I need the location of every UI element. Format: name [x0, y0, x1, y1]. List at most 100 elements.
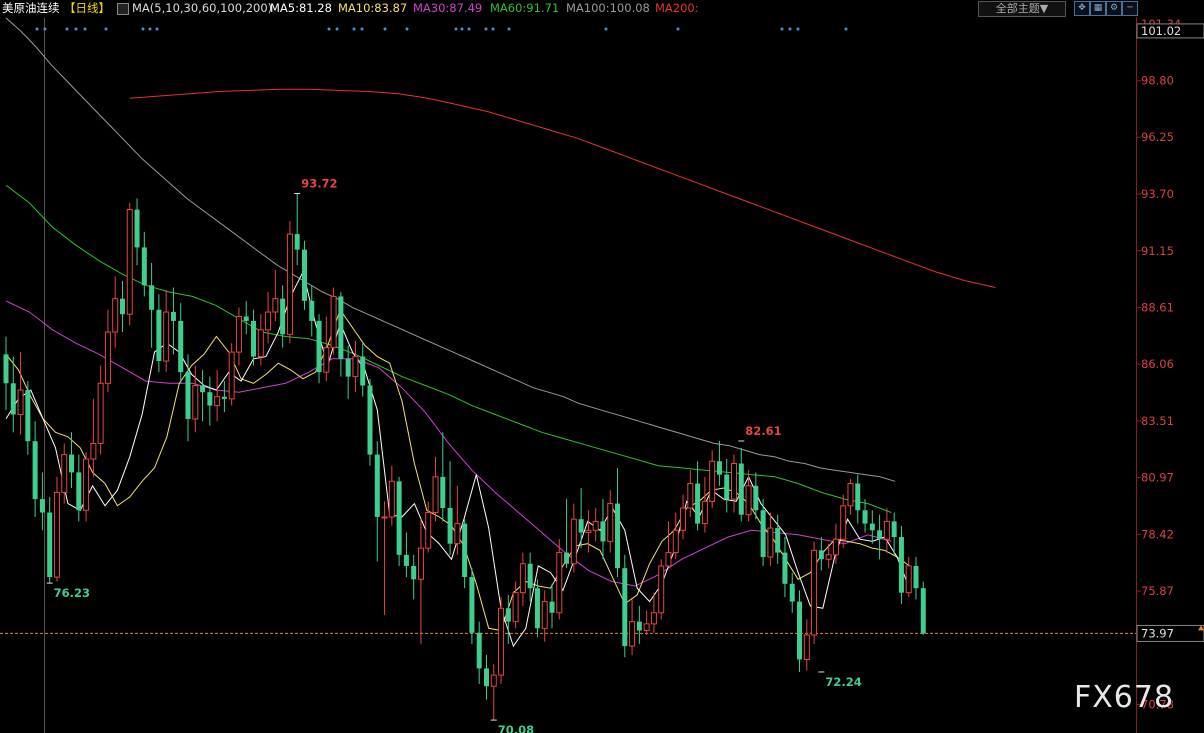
price-chart[interactable]: 101.3498.8096.2593.7091.1588.6186.0683.5…: [0, 0, 1204, 733]
candle-body: [738, 463, 744, 515]
candle-body: [134, 209, 140, 248]
candle-body: [454, 523, 461, 545]
axis-tick-label: 93.70: [1141, 187, 1174, 201]
candle-body: [782, 552, 788, 584]
candle-body: [25, 389, 31, 442]
candle-body: [672, 529, 679, 554]
candle-body: [629, 621, 636, 647]
candle-body: [592, 520, 599, 531]
candle-body: [200, 385, 206, 393]
candle-body: [156, 309, 162, 362]
ma-line-ma5: [5, 270, 910, 648]
candle-body: [17, 389, 24, 415]
candle-body: [235, 315, 242, 353]
candle-body: [469, 577, 475, 633]
candle-body: [490, 674, 497, 687]
axis-tick-label: 75.87: [1141, 584, 1174, 598]
candle-body: [564, 552, 570, 564]
candle-body: [53, 491, 60, 578]
ma-params[interactable]: MA(5,10,30,60,100,200): [132, 0, 272, 17]
event-marker: [604, 27, 608, 31]
candle-body: [294, 234, 300, 250]
candle-body: [570, 518, 577, 565]
symbol-label[interactable]: 美原油连续: [2, 0, 60, 17]
candle-body: [862, 510, 868, 524]
candle-body: [440, 476, 446, 509]
expand-icon[interactable]: ✥: [1074, 1, 1090, 16]
candle-body: [825, 554, 832, 560]
event-marker: [148, 27, 152, 31]
indicator-settings-icon[interactable]: [117, 3, 129, 15]
candle-body: [797, 601, 803, 660]
event-marker: [467, 27, 471, 31]
candle-body: [600, 521, 606, 542]
candle-body: [789, 583, 795, 602]
theme-select-button[interactable]: 全部主题▼: [978, 1, 1066, 17]
candle-body: [920, 588, 926, 634]
candle-body: [716, 461, 722, 475]
candle-body: [534, 588, 540, 629]
candle-body: [286, 233, 293, 335]
candlesticks: [3, 193, 926, 721]
event-marker: [352, 27, 356, 31]
watermark-logo: FX678: [1074, 680, 1175, 715]
candle-body: [869, 523, 875, 531]
gear-icon[interactable]: ⚙: [1106, 1, 1122, 16]
ma-line-ma10: [5, 308, 910, 632]
candle-body: [483, 668, 489, 687]
candle-body: [192, 385, 199, 420]
candle-body: [775, 528, 781, 553]
candle-body: [309, 300, 315, 321]
ma200-value: MA200:: [655, 1, 699, 15]
annotation-label: 76.23: [54, 586, 90, 600]
candle-body: [731, 462, 737, 500]
candle-body: [840, 505, 847, 540]
candle-body: [541, 601, 548, 629]
candle-body: [695, 483, 701, 524]
candle-body: [228, 351, 235, 400]
candle-body: [898, 536, 904, 593]
event-marker: [141, 27, 145, 31]
candle-body: [396, 481, 402, 555]
candle-body: [891, 521, 897, 537]
period-label[interactable]: 【日线】: [64, 0, 110, 17]
candle-body: [352, 356, 359, 378]
candle-body: [643, 623, 650, 632]
candle-body: [360, 356, 366, 386]
candle-body: [803, 634, 810, 660]
grid-icon[interactable]: ▦: [1090, 1, 1106, 16]
candle-body: [345, 358, 351, 377]
event-marker: [383, 27, 387, 31]
axis-highlight-label: 101.02: [1141, 24, 1181, 38]
candle-body: [10, 383, 16, 415]
axis-tick-label: 98.80: [1141, 73, 1174, 87]
price-annotations: 93.72 82.61 76.23 70.08 72.24: [46, 177, 862, 733]
candle-body: [39, 499, 45, 513]
minimize-icon[interactable]: ─: [1122, 1, 1138, 16]
candle-body: [913, 565, 919, 589]
candle-body: [119, 298, 125, 315]
annotation-label: 93.72: [301, 177, 337, 191]
candle-body: [69, 454, 75, 473]
candle-body: [374, 454, 380, 517]
event-marker: [796, 27, 800, 31]
candle-body: [462, 523, 468, 578]
candle-body: [701, 500, 708, 525]
axis-tick-label: 83.51: [1141, 414, 1174, 428]
candle-body: [170, 312, 176, 321]
candle-body: [221, 396, 227, 399]
candle-body: [367, 385, 373, 455]
candle-body: [622, 568, 628, 647]
event-marker: [35, 27, 39, 31]
ma60-value: MA60:91.71: [490, 1, 560, 15]
indicator-header: 美原油连续 【日线】 MA(5,10,30,60,100,200) MA5:81…: [0, 0, 1204, 17]
candle-body: [658, 565, 665, 614]
ma30-value: MA30:87.49: [413, 1, 483, 15]
candle-body: [330, 295, 337, 349]
candle-body: [811, 549, 818, 636]
ma5-value: MA5:81.28: [270, 1, 332, 15]
candle-body: [432, 476, 439, 513]
candle-body: [265, 311, 272, 331]
candle-body: [709, 460, 716, 502]
moving-average-lines: [5, 17, 996, 648]
